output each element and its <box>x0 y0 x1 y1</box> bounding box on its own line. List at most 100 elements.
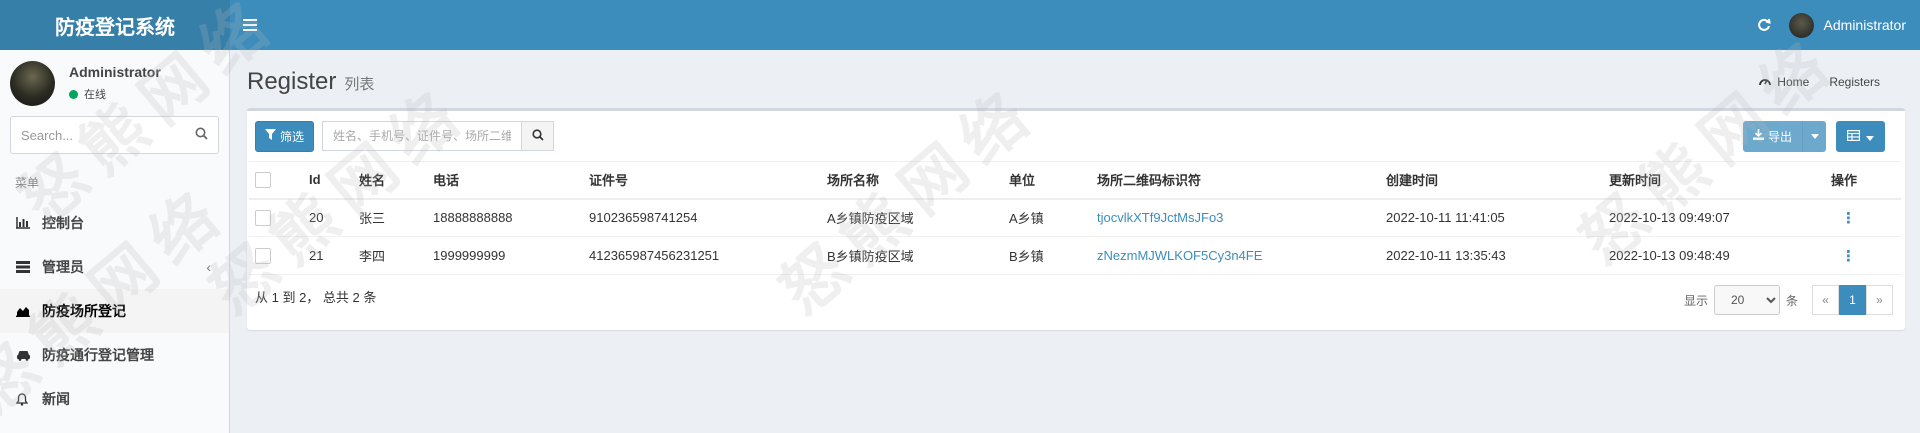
filter-icon <box>265 129 276 143</box>
row-actions-icon[interactable]: ⋮ <box>1841 210 1856 227</box>
avatar <box>1788 12 1814 38</box>
prev-page-button[interactable]: « <box>1812 285 1839 315</box>
col-header[interactable]: Id <box>309 161 359 200</box>
row-actions-icon[interactable]: ⋮ <box>1841 248 1856 265</box>
sidebar-item-dashboard[interactable]: 控制台 <box>0 201 229 245</box>
col-header[interactable]: 创建时间 <box>1386 161 1609 200</box>
bar-chart-icon <box>16 217 36 229</box>
online-status: 在线 <box>69 86 161 102</box>
menu-header: 菜单 <box>15 176 40 190</box>
page-size-label: 显示 <box>1683 293 1708 308</box>
col-header[interactable]: 更新时间 <box>1609 161 1831 200</box>
table-header-row: Id 姓名 电话 证件号 场所名称 单位 场所二维码标识符 创建时间 更新时间 … <box>249 161 1901 200</box>
sidebar: Administrator 在线 菜单 控制台 管理员 ‹ 防疫场所登记 <box>0 50 230 433</box>
user-panel: Administrator 在线 <box>0 50 229 116</box>
cell-phone: 18888888888 <box>433 198 589 237</box>
online-dot-icon <box>69 89 78 99</box>
sidebar-toggle-icon[interactable] <box>230 0 270 50</box>
col-header[interactable]: 姓名 <box>359 161 433 200</box>
columns-toggle-button[interactable] <box>1836 120 1885 152</box>
qr-code-link[interactable]: tjocvlkXTf9JctMsJFo3 <box>1097 210 1223 225</box>
export-main-button[interactable]: 导出 <box>1742 120 1802 152</box>
toolbar: 筛选 导出 <box>255 120 1885 152</box>
cell-idcard: 910236598741254 <box>589 198 827 237</box>
select-all-checkbox[interactable] <box>255 172 271 189</box>
breadcrumb-current: Registers <box>1829 75 1880 89</box>
cell-unit: A乡镇 <box>1009 198 1097 237</box>
bell-icon <box>16 392 36 406</box>
search-icon <box>531 128 544 144</box>
page-subtitle: 列表 <box>344 76 375 93</box>
download-icon <box>1752 129 1764 143</box>
header-user-menu[interactable]: Administrator <box>1788 12 1920 38</box>
sidebar-item-news[interactable]: 新闻 <box>0 377 229 421</box>
cell-id: 20 <box>309 198 359 237</box>
col-header[interactable]: 单位 <box>1009 161 1097 200</box>
cell-name: 李四 <box>359 236 433 275</box>
search-icon[interactable] <box>195 127 208 143</box>
table-search-input[interactable] <box>322 121 523 151</box>
pagination-summary: 从 1 到 2， 总共 2 条 <box>255 290 377 305</box>
app-logo[interactable]: 防疫登记系统 <box>0 0 230 50</box>
page-size-suffix: 条 <box>1785 293 1798 308</box>
cell-created: 2022-10-11 11:41:05 <box>1386 198 1609 237</box>
table-row: 21 李四 1999999999 412365987456231251 B乡镇防… <box>249 236 1901 275</box>
sidebar-search-input[interactable] <box>21 127 181 143</box>
breadcrumb: Home Registers <box>1759 75 1880 89</box>
chevron-left-icon: ‹ <box>206 259 211 275</box>
area-chart-icon <box>16 305 36 317</box>
qr-code-link[interactable]: zNezmMJWLKOF5Cy3n4FE <box>1097 248 1262 263</box>
sidebar-item-pass[interactable]: 防疫通行登记管理 <box>0 333 229 377</box>
header-user-name: Administrator <box>1823 17 1906 33</box>
top-header: 防疫登记系统 Administrator <box>0 0 1920 50</box>
col-header[interactable]: 场所二维码标识符 <box>1097 161 1386 200</box>
page-title: Register <box>247 68 337 95</box>
avatar <box>10 60 55 106</box>
cell-id: 21 <box>309 236 359 275</box>
sidebar-item-places[interactable]: 防疫场所登记 <box>0 289 229 333</box>
cell-place: B乡镇防疫区域 <box>827 236 1009 275</box>
sidebar-item-label: 控制台 <box>42 215 84 231</box>
sidebar-search <box>10 116 219 154</box>
cell-created: 2022-10-11 13:35:43 <box>1386 236 1609 275</box>
refresh-icon[interactable] <box>1739 0 1789 50</box>
next-page-button[interactable]: » <box>1866 285 1893 315</box>
content-header: Register 列表 <box>247 68 374 96</box>
cell-phone: 1999999999 <box>433 236 589 275</box>
cell-updated: 2022-10-13 09:49:07 <box>1609 198 1831 237</box>
search-button[interactable] <box>522 121 555 151</box>
col-header[interactable]: 电话 <box>433 161 589 200</box>
sidebar-item-label: 新闻 <box>42 391 70 407</box>
sidebar-item-label: 防疫通行登记管理 <box>42 347 154 363</box>
registers-table: Id 姓名 电话 证件号 场所名称 单位 场所二维码标识符 创建时间 更新时间 … <box>249 161 1901 275</box>
col-header[interactable]: 场所名称 <box>827 161 1009 200</box>
cell-place: A乡镇防疫区域 <box>827 198 1009 237</box>
table-row: 20 张三 18888888888 910236598741254 A乡镇防疫区… <box>249 198 1901 237</box>
cell-unit: B乡镇 <box>1009 236 1097 275</box>
sidebar-user-name: Administrator <box>69 64 161 80</box>
breadcrumb-home[interactable]: Home <box>1777 75 1809 89</box>
cell-name: 张三 <box>359 198 433 237</box>
caret-down-icon <box>1866 129 1874 144</box>
dashboard-icon <box>1759 75 1772 89</box>
car-icon <box>16 349 36 361</box>
pagination: 显示 20 条 « 1 » <box>1684 285 1893 315</box>
sidebar-item-label: 防疫场所登记 <box>42 303 126 319</box>
table-search <box>322 121 555 151</box>
sidebar-item-label: 管理员 <box>42 259 84 275</box>
export-button[interactable]: 导出 <box>1742 120 1826 152</box>
page-size-select[interactable]: 20 <box>1713 285 1780 315</box>
sidebar-item-admin[interactable]: 管理员 ‹ <box>0 245 229 289</box>
caret-down-icon[interactable] <box>1802 120 1826 152</box>
page-button[interactable]: 1 <box>1839 285 1866 315</box>
cell-updated: 2022-10-13 09:48:49 <box>1609 236 1831 275</box>
cell-idcard: 412365987456231251 <box>589 236 827 275</box>
row-checkbox[interactable] <box>255 247 271 264</box>
filter-button[interactable]: 筛选 <box>255 120 315 152</box>
row-checkbox[interactable] <box>255 210 271 227</box>
col-header[interactable]: 证件号 <box>589 161 827 200</box>
col-header: 操作 <box>1831 161 1901 200</box>
table-icon <box>1847 129 1861 144</box>
list-icon <box>16 261 36 273</box>
registers-box: 筛选 导出 <box>247 108 1905 330</box>
